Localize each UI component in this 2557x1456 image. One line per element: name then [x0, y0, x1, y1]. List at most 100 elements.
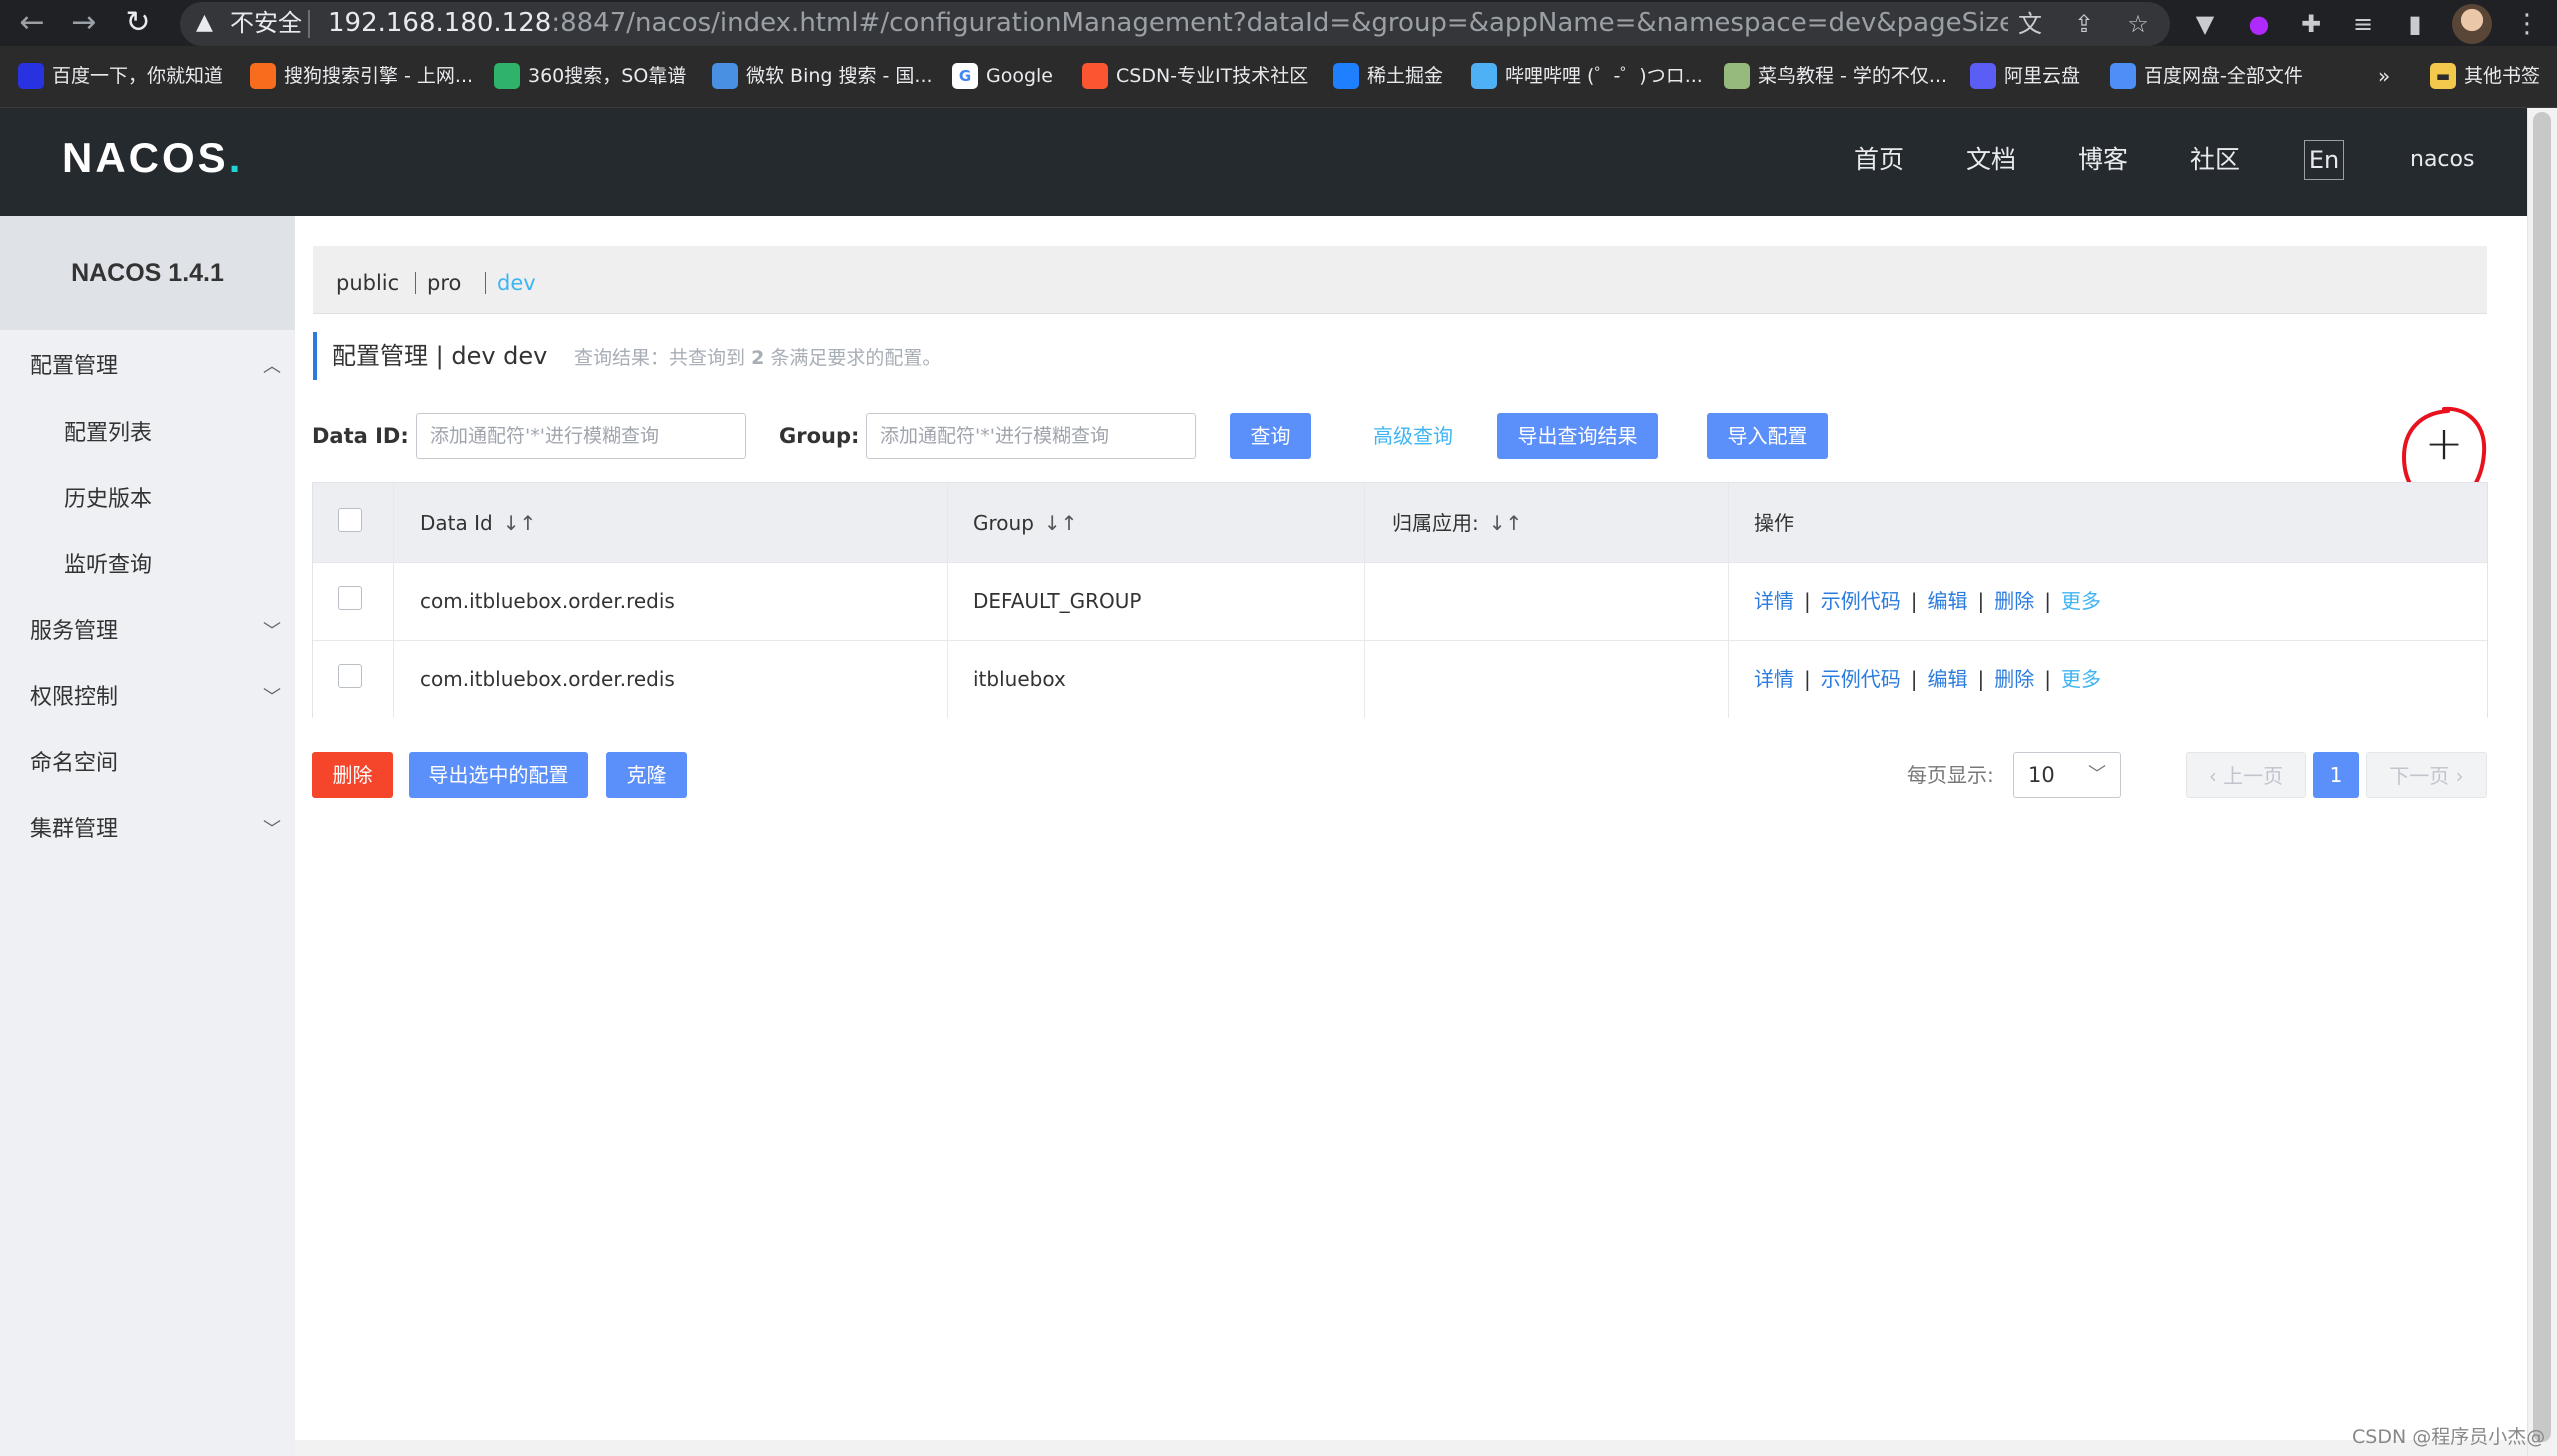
- page-1-button[interactable]: 1: [2313, 752, 2359, 798]
- chevron-up-icon[interactable]: ︿: [262, 347, 282, 387]
- bookmark-star-icon[interactable]: ☆: [2120, 6, 2156, 42]
- back-icon[interactable]: ←: [12, 4, 52, 42]
- bookmark-item[interactable]: 阿里云盘: [1970, 58, 2080, 94]
- sidebar-item-config-management[interactable]: 配置管理: [30, 347, 118, 387]
- row-checkbox[interactable]: [338, 664, 362, 688]
- vue-extension-icon[interactable]: ▼: [2186, 5, 2224, 43]
- sidebar-item-cluster-management[interactable]: 集群管理: [30, 810, 118, 850]
- nav-home[interactable]: 首页: [1854, 140, 1904, 180]
- sidebar-item-config-list[interactable]: 配置列表: [64, 414, 152, 454]
- language-toggle[interactable]: En: [2304, 140, 2344, 180]
- prev-page-button[interactable]: ‹ 上一页: [2186, 752, 2306, 798]
- data-id-input[interactable]: 添加通配符'*'进行模糊查询: [416, 413, 746, 459]
- horizontal-scrollbar[interactable]: [295, 1440, 2527, 1456]
- bookmark-label: 搜狗搜索引擎 - 上网...: [284, 65, 474, 87]
- namespace-dev[interactable]: dev: [497, 266, 536, 300]
- column-header-data-id[interactable]: Data Id ↓↑: [420, 505, 536, 541]
- more-menu-icon[interactable]: ⋮: [2512, 6, 2542, 42]
- chevron-down-icon[interactable]: ﹀: [262, 678, 282, 718]
- namespace-public[interactable]: public: [336, 266, 399, 300]
- sidebar-item-listener-query[interactable]: 监听查询: [64, 546, 152, 586]
- puzzle-icon[interactable]: ✚: [2292, 5, 2330, 43]
- row-checkbox[interactable]: [338, 586, 362, 610]
- bookmark-item[interactable]: 360搜索，SO靠谱: [494, 58, 686, 94]
- sort-icon[interactable]: ↓↑: [1044, 511, 1078, 535]
- translate-icon[interactable]: 文: [2012, 6, 2048, 42]
- sample-code-link[interactable]: 示例代码: [1821, 667, 1901, 691]
- column-header-group[interactable]: Group ↓↑: [973, 505, 1077, 541]
- details-link[interactable]: 详情: [1754, 667, 1794, 691]
- bookmark-label: Google: [986, 65, 1054, 87]
- data-id-label: Data ID:: [312, 424, 409, 448]
- reload-icon[interactable]: ↻: [118, 4, 158, 42]
- group-label: Group:: [779, 424, 860, 448]
- sort-icon[interactable]: ↓↑: [1489, 511, 1523, 535]
- bookmark-label: 阿里云盘: [2004, 65, 2081, 87]
- page-size-select[interactable]: 10 ﹀: [2013, 752, 2121, 798]
- bookmark-item[interactable]: 哔哩哔哩 (゜-゜)つロ...: [1471, 58, 1703, 94]
- next-page-button[interactable]: 下一页 ›: [2366, 752, 2487, 798]
- bookmark-item[interactable]: G Google: [952, 58, 1053, 94]
- forward-icon[interactable]: →: [64, 4, 104, 42]
- side-panel-icon[interactable]: ▮: [2396, 5, 2434, 43]
- sidebar-item-history[interactable]: 历史版本: [64, 480, 152, 520]
- query-result-summary: 查询结果：共查询到 2 条满足要求的配置。: [574, 340, 941, 376]
- bookmark-item[interactable]: 稀土掘金: [1333, 58, 1443, 94]
- bookmark-item[interactable]: 菜鸟教程 - 学的不仅...: [1724, 58, 1947, 94]
- app-header: [0, 108, 2527, 216]
- aliyun-drive-icon: [1970, 63, 1996, 89]
- bookmark-label: 哔哩哔哩 (゜-゜)つロ...: [1505, 65, 1703, 87]
- chevron-down-icon[interactable]: ﹀: [262, 810, 282, 850]
- bookmark-item[interactable]: 百度网盘-全部文件: [2110, 58, 2303, 94]
- edit-link[interactable]: 编辑: [1928, 667, 1968, 691]
- sidebar-item-service-management[interactable]: 服务管理: [30, 612, 118, 652]
- cell-data-id: com.itbluebox.order.redis: [420, 589, 675, 613]
- other-bookmarks[interactable]: ▬ 其他书签: [2430, 58, 2540, 94]
- delete-link[interactable]: 删除: [1994, 667, 2034, 691]
- user-name[interactable]: nacos: [2410, 140, 2474, 180]
- warning-icon[interactable]: ▲: [196, 7, 213, 39]
- namespace-pro[interactable]: pro: [427, 266, 461, 300]
- more-link[interactable]: 更多: [2061, 667, 2101, 691]
- bookmarks-overflow-icon[interactable]: »: [2378, 58, 2390, 94]
- delete-button[interactable]: 删除: [312, 752, 393, 798]
- delete-link[interactable]: 删除: [1994, 589, 2034, 613]
- export-results-button[interactable]: 导出查询结果: [1497, 413, 1658, 459]
- export-selected-button[interactable]: 导出选中的配置: [409, 752, 588, 798]
- bookmark-item[interactable]: 百度一下，你就知道: [18, 58, 223, 94]
- sidebar-item-access-control[interactable]: 权限控制: [30, 678, 118, 718]
- media-control-icon[interactable]: ≡: [2344, 5, 2382, 43]
- details-link[interactable]: 详情: [1754, 589, 1794, 613]
- next-page-label: 下一页: [2389, 764, 2450, 788]
- share-icon[interactable]: ⇪: [2066, 6, 2102, 42]
- nav-community[interactable]: 社区: [2190, 140, 2240, 180]
- bookmark-item[interactable]: 搜狗搜索引擎 - 上网...: [250, 58, 473, 94]
- advanced-query-link[interactable]: 高级查询: [1373, 419, 1453, 453]
- column-header-app[interactable]: 归属应用: ↓↑: [1392, 505, 1522, 541]
- chevron-right-icon: ›: [2455, 764, 2464, 788]
- group-input[interactable]: 添加通配符'*'进行模糊查询: [866, 413, 1196, 459]
- insecure-label[interactable]: 不安全: [230, 7, 302, 39]
- more-link[interactable]: 更多: [2061, 589, 2101, 613]
- import-config-button[interactable]: 导入配置: [1707, 413, 1828, 459]
- sort-icon[interactable]: ↓↑: [503, 511, 537, 535]
- namespace-divider: [485, 272, 486, 294]
- chevron-down-icon[interactable]: ﹀: [262, 612, 282, 652]
- clone-button[interactable]: 克隆: [606, 752, 687, 798]
- profile-avatar[interactable]: [2452, 4, 2492, 44]
- bookmark-item[interactable]: CSDN-专业IT技术社区: [1082, 58, 1308, 94]
- row-actions: 详情 | 示例代码 | 编辑 | 删除 | 更多: [1754, 667, 2101, 691]
- bookmark-item[interactable]: 微软 Bing 搜索 - 国...: [712, 58, 933, 94]
- nacos-logo[interactable]: NACOS.: [62, 130, 243, 186]
- nav-docs[interactable]: 文档: [1966, 140, 2016, 180]
- query-button[interactable]: 查询: [1230, 413, 1311, 459]
- edit-link[interactable]: 编辑: [1928, 589, 1968, 613]
- sample-code-link[interactable]: 示例代码: [1821, 589, 1901, 613]
- sidebar-item-namespace[interactable]: 命名空间: [30, 744, 118, 784]
- nav-blog[interactable]: 博客: [2078, 140, 2128, 180]
- extension-icon[interactable]: ●: [2240, 5, 2278, 43]
- select-all-checkbox[interactable]: [338, 508, 362, 532]
- scrollbar-thumb[interactable]: [2533, 112, 2551, 1442]
- url-text[interactable]: 192.168.180.128:8847/nacos/index.html#/c…: [328, 7, 2008, 39]
- google-icon: G: [952, 63, 978, 89]
